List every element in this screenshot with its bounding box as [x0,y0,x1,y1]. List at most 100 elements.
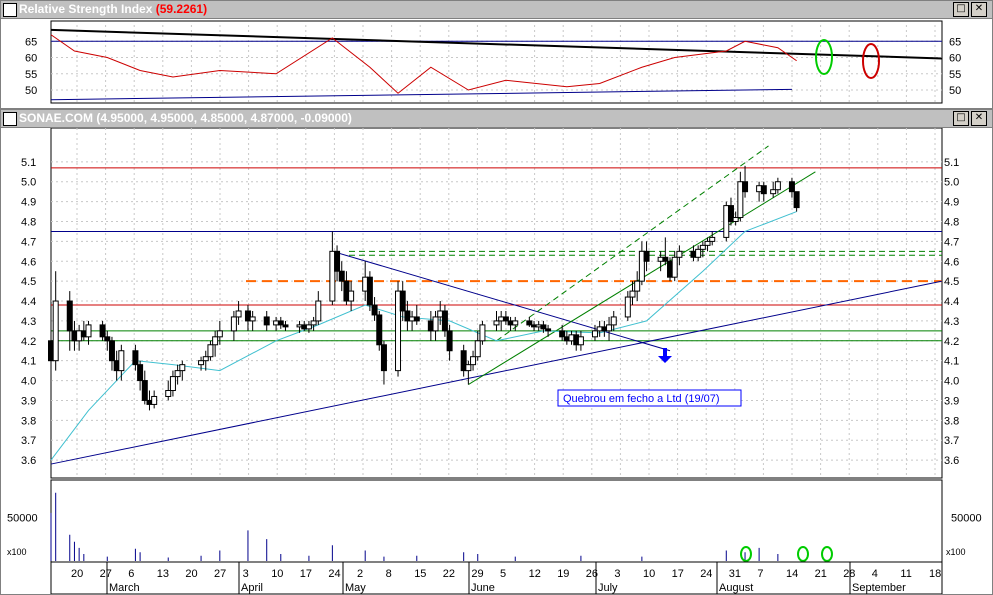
candle-body [793,191,800,209]
rsi-title: Relative Strength Index (59.2261) [19,2,207,16]
price-tick-label-left: 4.5 [21,276,36,288]
price-tick-label-left: 4.4 [21,296,36,308]
candle-body [774,181,781,191]
candle-body [493,320,500,326]
price-ohlc-readout: (4.95000, 4.95000, 4.85000, 4.87000, -0.… [96,111,352,125]
price-tick-label-right: 4.6 [944,256,959,268]
candle-body [263,316,270,326]
price-tick-label-left: 3.6 [21,455,36,467]
candle-body [709,236,716,242]
price-tick-label-left: 3.8 [21,415,36,427]
candle-body [198,360,205,366]
volume-multiplier-left: x100 [7,547,27,557]
price-tick-label-left: 3.7 [21,435,36,447]
x-axis-day-label: 6 [128,568,134,580]
candle-body [732,217,739,223]
candle-body [371,304,378,316]
price-tick-label-right: 3.7 [944,435,959,447]
x-axis-day-label: 5 [500,568,506,580]
rsi-current-value: (59.2261) [155,2,208,16]
candle-body [334,250,341,272]
candle-body [760,185,767,195]
price-tick-label-right: 5.1 [944,157,959,169]
candle-body [338,270,345,282]
candle-body [441,310,448,332]
x-axis-day-label: 27 [214,568,226,580]
price-tick-label-right: 4.1 [944,356,959,368]
x-axis-day-label: 29 [471,568,483,580]
rsi-close-button[interactable]: ✕ [971,2,987,17]
candle-body [624,296,631,318]
price-maximize-button[interactable]: □ [953,111,969,126]
chart-window-icon[interactable] [3,3,17,17]
candle-body [165,390,172,397]
price-tick-label-right: 5.0 [944,177,959,189]
candle-body [606,324,613,332]
price-plot-area [50,128,943,479]
price-chart: 5.1 5.1 5.0 5.0 4.9 4.9 4.8 4.8 4.7 4.7 4.6 4.6 4.5 4… [7,128,982,594]
price-tick-label-left: 4.2 [21,336,36,348]
price-tick-label-right: 4.9 [944,197,959,209]
candle-body [230,316,237,332]
x-axis-month-label: July [598,582,618,594]
rsi-tick-label-left: 60 [25,53,37,65]
candle-body [380,344,387,372]
candle-body [315,300,322,322]
x-axis-day-label: 17 [300,568,312,580]
price-tick-label-right: 3.9 [944,395,959,407]
candle-body [305,324,312,330]
price-tick-label-right: 4.4 [944,296,959,308]
rsi-tick-label-left: 55 [25,69,37,81]
candle-body [788,181,795,193]
x-axis-day-label: 11 [900,568,911,580]
chart-window-icon[interactable] [3,112,17,126]
x-axis-day-label: 3 [243,568,249,580]
candle-body [376,314,383,346]
candle-body [432,316,439,332]
x-axis-day-label: 27 [100,568,112,580]
price-title: SONAE.COM (4.95000, 4.95000, 4.85000, 4.… [19,111,352,125]
price-close-button[interactable]: ✕ [971,111,987,126]
x-axis-day-label: 24 [700,568,712,580]
rsi-tick-label-left: 50 [25,85,37,97]
candle-body [141,380,148,401]
rsi-title-label: Relative Strength Index [19,2,153,16]
candle-body [151,395,158,405]
candle-body [577,336,584,346]
x-axis-month-label: April [241,582,263,594]
rsi-tick-label-left: 65 [25,36,37,48]
candle-body [277,320,284,326]
rsi-titlebar[interactable]: Relative Strength Index (59.2261) □ ✕ [1,1,992,19]
candle-body [348,290,355,302]
candle-body [742,181,749,193]
price-titlebar[interactable]: SONAE.COM (4.95000, 4.95000, 4.85000, 4.… [1,110,992,128]
x-axis-month-label: June [471,582,495,594]
price-tick-label-right: 3.6 [944,455,959,467]
candle-body [699,244,706,250]
volume-multiplier-right: x100 [946,547,966,557]
candle-body [85,324,92,338]
volume-tick-label-left: 50000 [7,512,38,524]
x-axis-day-label: 14 [786,568,798,580]
x-axis-day-label: 4 [872,568,878,580]
rsi-panel: Relative Strength Index (59.2261) □ ✕ 65… [0,0,993,109]
x-axis-day-label: 21 [815,568,827,580]
rsi-maximize-button[interactable]: □ [953,2,969,17]
candle-body [52,300,59,362]
price-tick-label-right: 4.8 [944,217,959,229]
price-tick-label-left: 4.7 [21,236,36,248]
candle-body [104,336,111,342]
candle-body [704,240,711,246]
candle-body [132,350,139,366]
candle-body [169,376,176,392]
candle-body [479,324,486,342]
candle-body [108,340,115,362]
price-panel: SONAE.COM (4.95000, 4.95000, 4.85000, 4.… [0,109,993,595]
price-tick-label-left: 4.6 [21,256,36,268]
price-tick-label-left: 4.8 [21,217,36,229]
x-axis-day-label: 28 [843,568,855,580]
x-axis-day-label: 20 [71,568,83,580]
candle-body [446,330,453,352]
candle-body [662,256,669,262]
price-tick-label-left: 4.0 [21,376,36,388]
